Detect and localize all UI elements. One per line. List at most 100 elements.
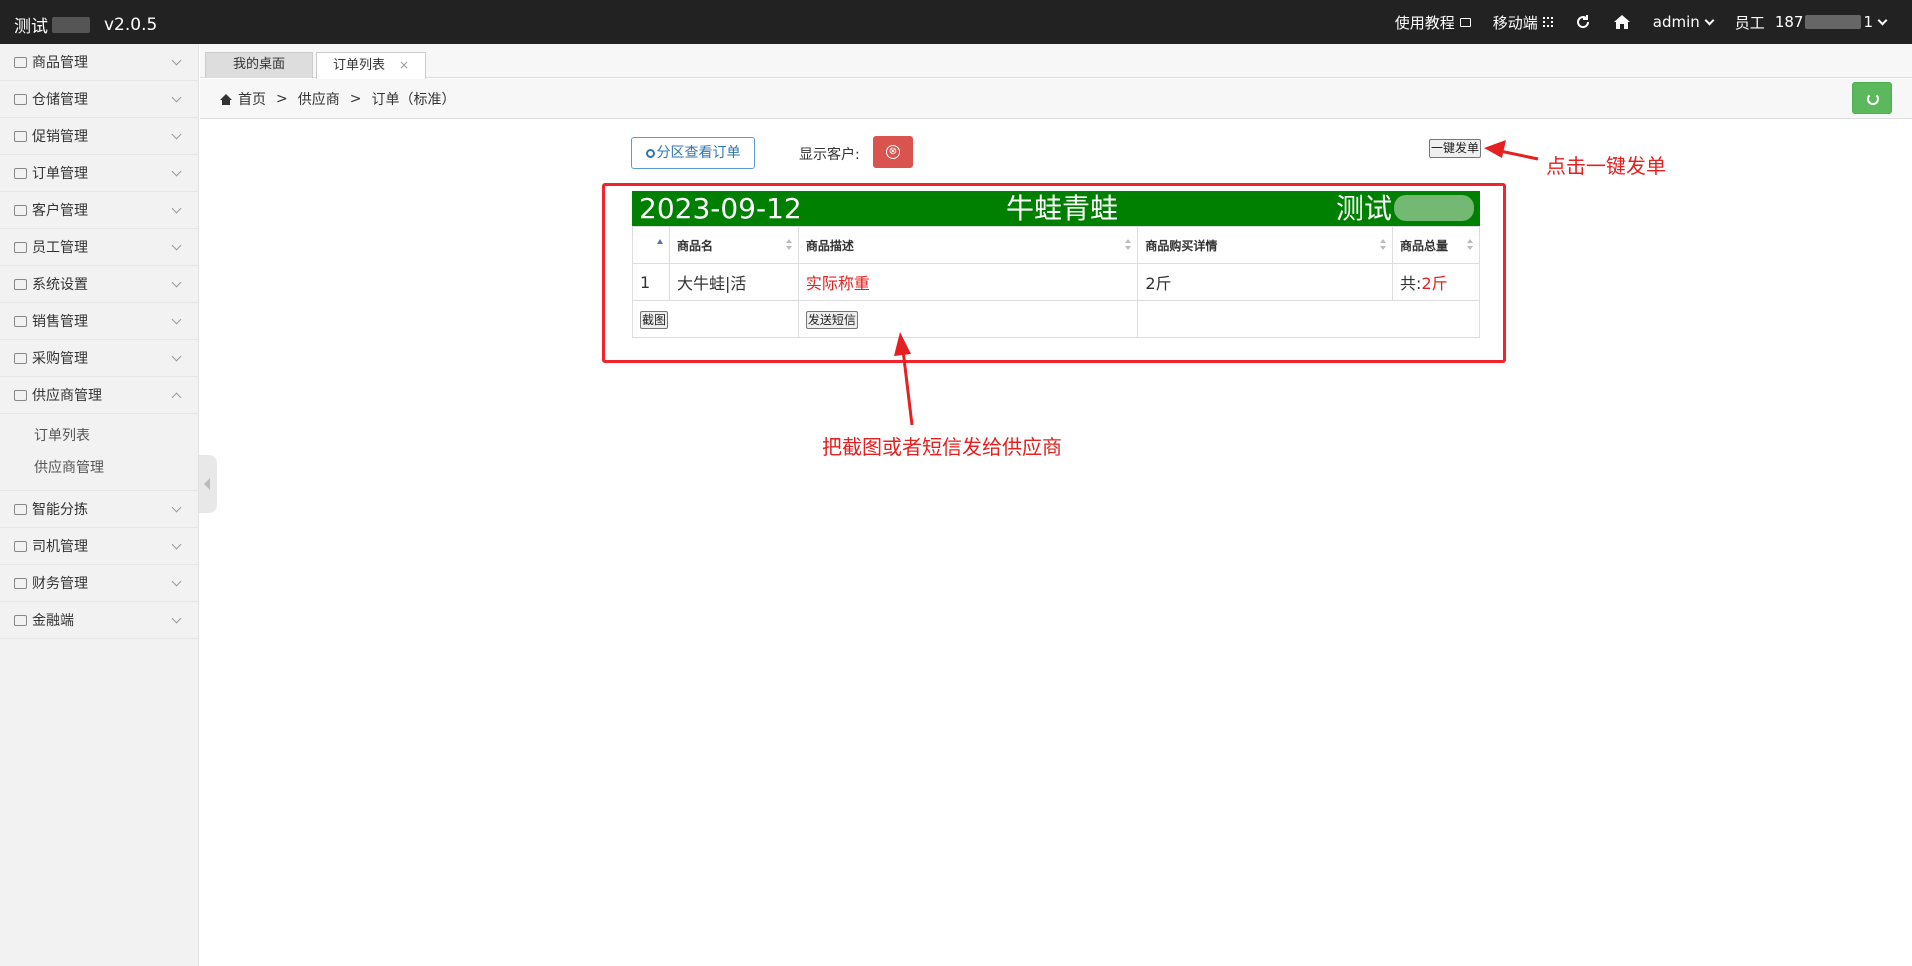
close-icon[interactable]: × xyxy=(399,58,409,72)
column-label: 商品总量 xyxy=(1400,238,1449,253)
chevron-up-icon xyxy=(171,392,182,403)
chevron-down-icon xyxy=(171,314,182,325)
row-index: 1 xyxy=(632,263,670,301)
card-icon xyxy=(1459,17,1471,27)
sidebar-item[interactable]: 供应商管理 xyxy=(0,377,198,414)
screenshot-button[interactable]: 截图 xyxy=(640,311,669,329)
mobile-link[interactable]: 移动端 xyxy=(1493,12,1553,33)
tab-order-list[interactable]: 订单列表 × xyxy=(316,52,426,79)
chevron-down-icon xyxy=(171,502,182,513)
app-name: 测试 xyxy=(14,17,48,37)
order-table: 商品名 商品描述 商品购买详情 商品总量 1 大牛蛙|活 实际称重 2斤 共:2… xyxy=(632,226,1480,338)
table-row: 1 大牛蛙|活 实际称重 2斤 共:2斤 xyxy=(632,263,1480,301)
sidebar-item[interactable]: 客户管理 xyxy=(0,192,198,229)
row-purchase-detail: 2斤 xyxy=(1137,263,1394,301)
sidebar-item-label: 促销管理 xyxy=(32,129,88,145)
area-view-button[interactable]: 分区查看订单 xyxy=(631,137,755,169)
sidebar-item-label: 仓储管理 xyxy=(32,92,88,108)
sidebar-item[interactable]: 金融端 xyxy=(0,602,198,639)
qrcode-icon xyxy=(1542,17,1553,27)
home-icon[interactable] xyxy=(1613,14,1631,30)
phone-suffix: 1 xyxy=(1863,13,1873,31)
sidebar-item[interactable]: 智能分拣 xyxy=(0,491,198,528)
tutorial-link[interactable]: 使用教程 xyxy=(1395,12,1471,33)
row-product-desc: 实际称重 xyxy=(797,263,1139,301)
chevron-down-icon xyxy=(1704,15,1715,25)
truck-icon xyxy=(14,540,27,552)
sidebar-item[interactable]: 采购管理 xyxy=(0,340,198,377)
row-total: 共:2斤 xyxy=(1392,263,1480,301)
chevron-down-icon xyxy=(1877,15,1888,25)
chevron-down-icon xyxy=(171,203,182,214)
sidebar-collapse-handle[interactable] xyxy=(199,455,217,513)
breadcrumb-separator: > xyxy=(276,91,288,107)
index-column-header[interactable] xyxy=(632,226,670,264)
role-menu[interactable]: 员工 187 1 xyxy=(1734,12,1888,33)
chevron-down-icon xyxy=(171,92,182,103)
chevron-down-icon xyxy=(171,129,182,140)
chevron-down-icon xyxy=(171,277,182,288)
sidebar-item[interactable]: 商品管理 xyxy=(0,44,198,81)
chevron-down-icon xyxy=(171,539,182,550)
user-icon xyxy=(14,241,27,253)
breadcrumb-separator: > xyxy=(349,91,362,107)
sort-asc-icon xyxy=(657,239,663,244)
sidebar-item-label: 金融端 xyxy=(32,613,74,629)
send-sms-button[interactable]: 发送短信 xyxy=(805,311,858,329)
tab-desktop[interactable]: 我的桌面 xyxy=(205,52,313,78)
sidebar-item[interactable]: 仓储管理 xyxy=(0,81,198,118)
order-icon xyxy=(14,167,27,179)
sort-icon xyxy=(1467,239,1473,251)
refresh-icon[interactable] xyxy=(1575,14,1591,30)
show-customer-toggle[interactable]: ⊗ xyxy=(873,136,913,168)
sidebar-item-label: 销售管理 xyxy=(32,314,88,330)
chevron-down-icon xyxy=(171,166,182,177)
tab-desktop-label: 我的桌面 xyxy=(232,57,285,72)
close-circle-icon: ⊗ xyxy=(886,145,900,159)
sidebar-item[interactable]: 促销管理 xyxy=(0,118,198,155)
column-header-name[interactable]: 商品名 xyxy=(668,226,799,264)
supplier-icon xyxy=(14,389,27,401)
sidebar-item-label: 供应商管理 xyxy=(32,388,102,404)
column-label: 商品购买详情 xyxy=(1145,238,1218,253)
app-brand: 测试 v2.0.5 xyxy=(14,12,157,38)
page-refresh-button[interactable] xyxy=(1852,82,1892,114)
sidebar-item[interactable]: 订单管理 xyxy=(0,155,198,192)
chevron-down-icon xyxy=(171,55,182,66)
phone-blur xyxy=(1805,15,1862,29)
sidebar-item[interactable]: 财务管理 xyxy=(0,565,198,602)
order-supplier: 牛蛙青蛙 xyxy=(1006,192,1119,225)
sidebar-subitem[interactable]: 订单列表 xyxy=(0,420,198,452)
send-all-button[interactable]: 一键发单 xyxy=(1429,139,1481,158)
sidebar-item[interactable]: 销售管理 xyxy=(0,303,198,340)
tabs-bar: 我的桌面 订单列表 × xyxy=(200,44,1912,79)
sidebar-item-label: 员工管理 xyxy=(32,240,88,256)
sort-icon xyxy=(1380,239,1387,251)
column-label: 商品名 xyxy=(676,238,713,253)
breadcrumb-home[interactable]: 首页 xyxy=(238,89,266,109)
column-header-detail[interactable]: 商品购买详情 xyxy=(1137,226,1394,264)
column-header-desc[interactable]: 商品描述 xyxy=(797,226,1139,264)
sidebar-item-label: 财务管理 xyxy=(32,576,88,592)
breadcrumb-supplier[interactable]: 供应商 xyxy=(298,89,340,109)
annotation-arrows xyxy=(894,140,1539,426)
sidebar-subitem[interactable]: 供应商管理 xyxy=(0,452,198,484)
table-action-row: 截图 发送短信 xyxy=(632,300,1480,338)
username: admin xyxy=(1652,13,1700,31)
sidebar-item[interactable]: 司机管理 xyxy=(0,528,198,565)
chevron-down-icon xyxy=(171,351,182,362)
show-customer-label: 显示客户: xyxy=(799,147,860,163)
user-menu[interactable]: admin xyxy=(1652,13,1715,31)
order-header: 2023-09-12 牛蛙青蛙 测试 xyxy=(632,191,1480,226)
top-right-menu: 使用教程 移动端 admin 员工 187 1 xyxy=(1373,0,1888,44)
sidebar-item-label: 智能分拣 xyxy=(32,502,88,518)
chevron-down-icon xyxy=(171,576,182,587)
sidebar-item[interactable]: 系统设置 xyxy=(0,266,198,303)
column-header-total[interactable]: 商品总量 xyxy=(1392,226,1480,264)
bag-icon xyxy=(14,56,27,68)
refresh-icon xyxy=(1867,93,1879,105)
top-navbar: 测试 v2.0.5 使用教程 移动端 admin 员工 187 1 xyxy=(0,0,1912,44)
sidebar-item[interactable]: 员工管理 xyxy=(0,229,198,266)
role-label: 员工 xyxy=(1734,13,1765,32)
circle-user-icon xyxy=(14,352,27,364)
